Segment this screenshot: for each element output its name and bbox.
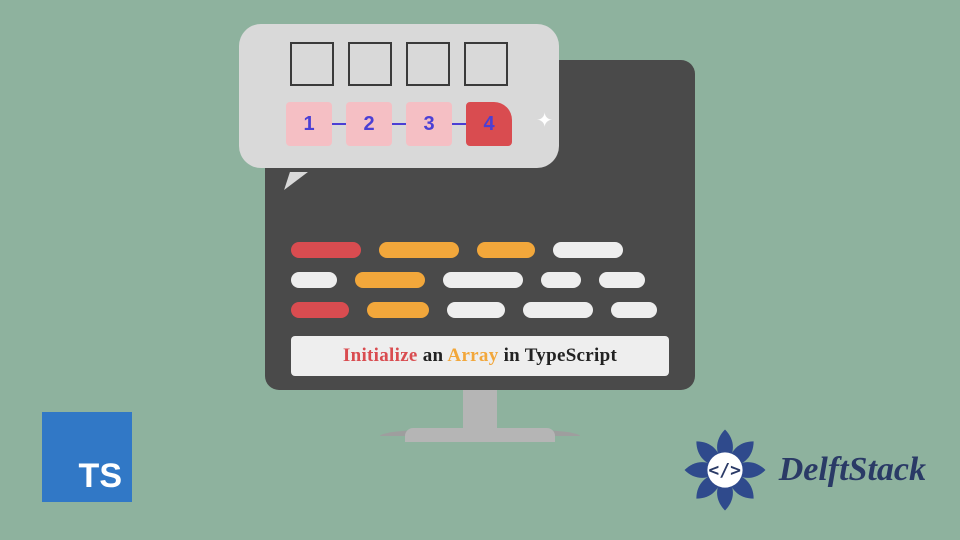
array-slot: [290, 42, 334, 86]
code-token: [477, 242, 535, 258]
monitor-screen: 1 2 3 4 ✦: [265, 60, 695, 390]
code-line: [291, 242, 669, 258]
typescript-logo: TS: [42, 412, 132, 502]
array-slot: [464, 42, 508, 86]
code-line: [291, 302, 669, 318]
array-value-text: 4: [483, 113, 494, 136]
array-slot: [348, 42, 392, 86]
code-lines: [291, 242, 669, 318]
typescript-logo-text: TS: [79, 457, 122, 496]
monitor-illustration: 1 2 3 4 ✦: [265, 60, 695, 436]
monitor-stand-base: [380, 428, 580, 436]
array-slot: [406, 42, 450, 86]
code-token: [291, 302, 349, 318]
code-token: [541, 272, 581, 288]
code-token: [523, 302, 593, 318]
array-value: 1: [286, 102, 332, 146]
code-token: [443, 272, 523, 288]
code-token: [599, 272, 645, 288]
code-token: [291, 242, 361, 258]
array-value-text: 3: [423, 113, 434, 136]
delftstack-brand: </> DelftStack: [681, 426, 926, 514]
array-values-row: 1 2 3 4: [257, 102, 541, 146]
code-line: [291, 272, 669, 288]
array-value: 2: [346, 102, 392, 146]
code-token: [553, 242, 623, 258]
code-token: [355, 272, 425, 288]
code-token: [447, 302, 505, 318]
delftstack-brand-text: DelftStack: [779, 451, 926, 489]
array-value-text: 1: [303, 113, 314, 136]
delftstack-logo-icon: </>: [681, 426, 769, 514]
title-word-array: Array: [447, 345, 498, 366]
title-rest: in TypeScript: [504, 345, 618, 366]
array-bubble: 1 2 3 4 ✦: [239, 24, 559, 168]
code-icon: </>: [708, 453, 742, 487]
array-empty-row: [257, 42, 541, 86]
code-token: [379, 242, 459, 258]
title-strip: Initialize an Array in TypeScript: [291, 336, 669, 376]
sparkle-icon: ✦: [536, 108, 553, 133]
array-value-highlight: 4: [466, 102, 512, 146]
code-token: [291, 272, 337, 288]
title-word-an: an: [423, 345, 444, 366]
array-value-text: 2: [363, 113, 374, 136]
array-value: 3: [406, 102, 452, 146]
code-token: [611, 302, 657, 318]
monitor-stand-neck: [463, 390, 497, 428]
title-word-initialize: Initialize: [343, 345, 418, 366]
code-token: [367, 302, 429, 318]
